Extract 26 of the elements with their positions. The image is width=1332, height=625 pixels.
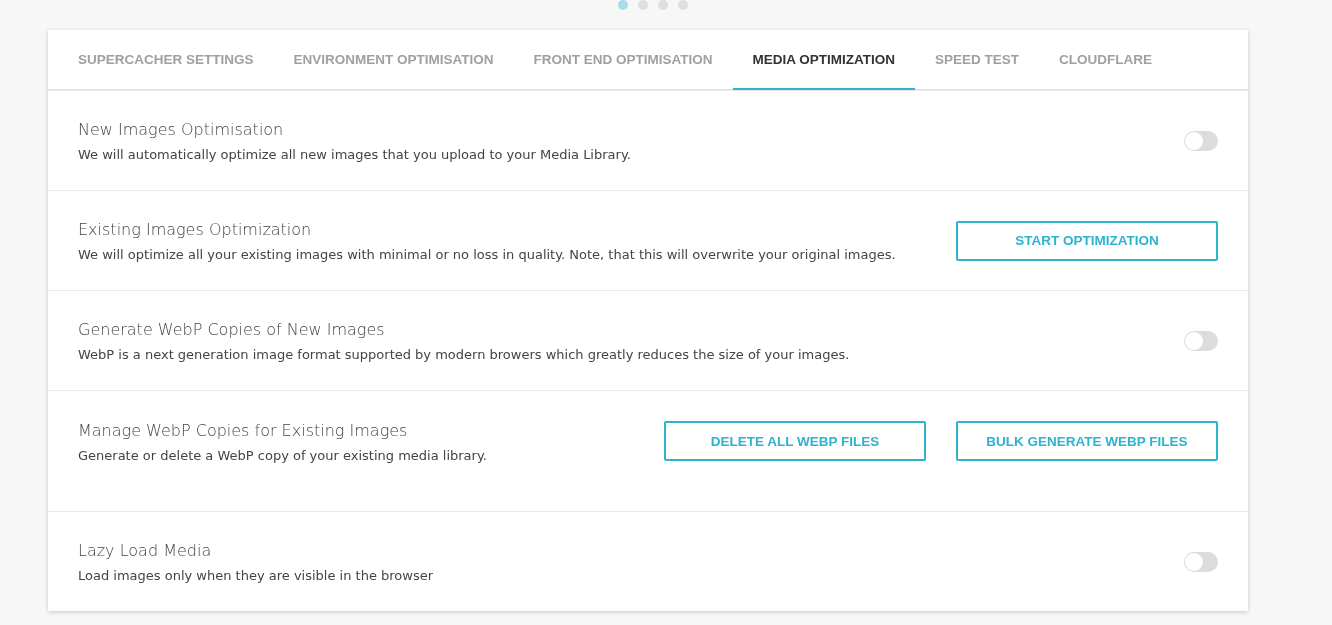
pager-dot[interactable] — [618, 0, 628, 10]
setting-title: Generate WebP Copies of New Images — [78, 319, 386, 339]
pager-dot[interactable] — [638, 0, 648, 10]
setting-title: Lazy Load Media — [78, 540, 213, 560]
tab[interactable]: SPEED TEST — [915, 30, 1040, 90]
tab[interactable]: FRONT END OPTIMISATION — [513, 30, 733, 90]
toggle-switch[interactable] — [1184, 551, 1218, 572]
tab[interactable]: CLOUDFLARE — [1039, 30, 1173, 90]
tab[interactable]: MEDIA OPTIMIZATION — [732, 30, 916, 90]
toggle-switch[interactable] — [1184, 330, 1218, 351]
toggle-switch[interactable] — [1184, 130, 1218, 151]
pager-dot[interactable] — [658, 0, 668, 10]
setting-description: We will optimize all your existing images with minimal or no loss in quality. Note, that this will overwrite your original images. — [78, 246, 897, 262]
outline-button[interactable]: BULK GENERATE WEBP FILES — [956, 421, 1218, 461]
setting-title: Existing Images Optimization — [78, 219, 313, 239]
setting-description: Generate or delete a WebP copy of your existing media library. — [78, 448, 488, 463]
tab[interactable]: SUPERCACHER SETTINGS — [58, 30, 274, 90]
setting-title: Manage WebP Copies for Existing Images — [78, 421, 409, 440]
setting-description: Load images only when they are visible in the browser — [78, 567, 435, 583]
setting-description: WebP is a next generation image format supported by modern browers which greatly reduces the size of your images. — [78, 346, 851, 362]
setting-description: We will automatically optimize all new images that you upload to your Media Library. — [78, 146, 632, 162]
setting-title: New Images Optimisation — [78, 119, 285, 139]
outline-button[interactable]: START OPTIMIZATION — [956, 220, 1218, 261]
outline-button[interactable]: DELETE ALL WEBP FILES — [664, 421, 926, 461]
pager-dot[interactable] — [678, 0, 688, 10]
tab[interactable]: ENVIRONMENT OPTIMISATION — [273, 30, 514, 90]
